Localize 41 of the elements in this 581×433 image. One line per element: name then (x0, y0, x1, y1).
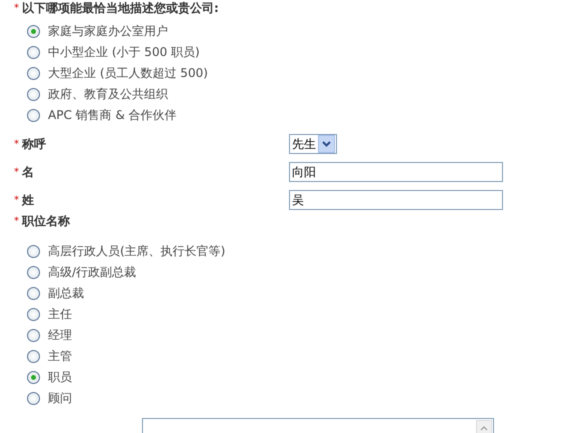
title-dropdown[interactable]: 先生 (289, 134, 337, 154)
required-asterisk: * (14, 216, 19, 226)
radio-button[interactable] (27, 371, 40, 384)
radio-option[interactable]: 副总裁 (27, 283, 581, 304)
radio-button[interactable] (27, 88, 40, 101)
radio-option[interactable]: APC 销售商 & 合作伙伴 (27, 105, 581, 126)
radio-button[interactable] (27, 67, 40, 80)
radio-button[interactable] (27, 308, 40, 321)
radio-option[interactable]: 家庭与家庭办公室用户 (27, 21, 581, 42)
radio-option[interactable]: 顾问 (27, 388, 581, 409)
radio-option[interactable]: 职员 (27, 367, 581, 388)
required-asterisk: * (14, 2, 19, 14)
radio-button[interactable] (27, 25, 40, 38)
required-asterisk: * (14, 194, 19, 206)
radio-option[interactable]: 经理 (27, 325, 581, 346)
radio-option[interactable]: 政府、教育及公共组织 (27, 84, 581, 105)
radio-button[interactable] (27, 109, 40, 122)
radio-button[interactable] (27, 329, 40, 342)
field-label: 称呼 (22, 136, 46, 152)
required-asterisk: * (14, 166, 19, 178)
required-asterisk: * (14, 138, 19, 150)
radio-option[interactable]: 主任 (27, 304, 581, 325)
radio-button[interactable] (27, 287, 40, 300)
chevron-down-icon (322, 141, 331, 147)
question-label: 职位名称 (22, 212, 70, 230)
radio-option[interactable]: 高级/行政副总裁 (27, 262, 581, 283)
radio-option[interactable]: 主管 (27, 346, 581, 367)
field-label: 名 (22, 164, 34, 180)
scroll-up-icon[interactable] (480, 426, 488, 430)
field-label: 姓 (22, 192, 34, 208)
radio-button[interactable] (27, 245, 40, 258)
radio-option[interactable]: 大型企业 (员工人数超过 500) (27, 63, 581, 84)
radio-option[interactable]: 高层行政人员(主席、执行长官等) (27, 241, 581, 262)
input-field[interactable]: 吴 (289, 190, 503, 210)
radio-button[interactable] (27, 46, 40, 59)
question-label: 以下哪项能最恰当地描述您或贵公司: (22, 0, 219, 16)
input-field[interactable]: 向阳 (289, 162, 503, 182)
radio-option[interactable]: 中小型企业 (小于 500 职员) (27, 42, 581, 63)
radio-button[interactable] (27, 266, 40, 279)
radio-button[interactable] (27, 392, 40, 405)
radio-button[interactable] (27, 350, 40, 363)
